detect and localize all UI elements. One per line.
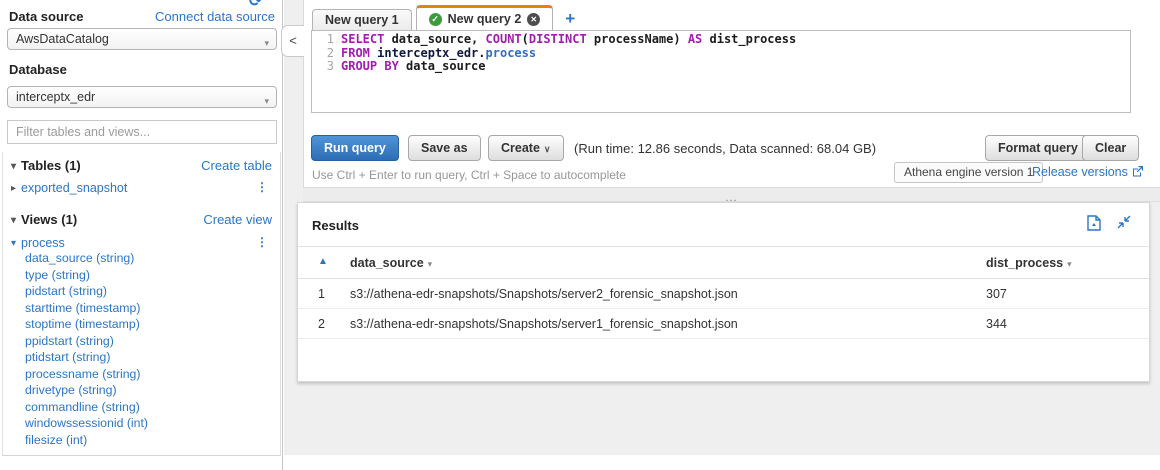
chevron-down-icon: ▾: [264, 33, 269, 53]
new-tab-button[interactable]: +: [565, 7, 575, 30]
sql-editor[interactable]: 1SELECT data_source, COUNT(DISTINCT proc…: [311, 30, 1131, 113]
view-options-icon[interactable]: ⋮: [256, 235, 268, 249]
sort-asc-icon[interactable]: ▲: [318, 256, 328, 267]
caret-right-icon: ▸: [11, 183, 16, 194]
code-line: 2FROM interceptx_edr.process: [312, 47, 1130, 61]
caret-down-icon: ▾: [11, 215, 16, 226]
code-line: 1SELECT data_source, COUNT(DISTINCT proc…: [312, 33, 1130, 47]
save-as-button[interactable]: Save as: [408, 135, 481, 161]
format-query-button[interactable]: Format query: [985, 135, 1091, 161]
column-item[interactable]: ppidstart (string): [25, 334, 114, 351]
tab-new-query-1[interactable]: New query 1: [312, 9, 412, 30]
column-item[interactable]: processname (string): [25, 367, 141, 384]
line-number: 1: [312, 33, 334, 47]
row-number: 2: [318, 317, 325, 331]
run-query-button[interactable]: Run query: [311, 135, 399, 161]
connect-data-source-link[interactable]: Connect data source: [155, 9, 275, 24]
catalog-tree: ▾Tables (1) Create table ▸ exported_snaps…: [2, 152, 281, 456]
line-number: 3: [312, 60, 334, 74]
column-item[interactable]: type (string): [25, 268, 90, 285]
athena-console: ⟳ Data source Connect data source AwsDat…: [0, 0, 1160, 470]
cell-data-source: s3://athena-edr-snapshots/Snapshots/serv…: [350, 287, 738, 301]
column-header-data-source[interactable]: data_source▾: [350, 256, 432, 270]
chevron-down-icon: ∨: [544, 144, 551, 154]
download-results-icon[interactable]: [1087, 215, 1101, 236]
expand-results-icon[interactable]: [1117, 215, 1131, 236]
close-tab-icon[interactable]: ✕: [527, 13, 540, 26]
line-number: 2: [312, 47, 334, 61]
collapse-sidebar-button[interactable]: <: [281, 25, 304, 57]
table-row: 2 s3://athena-edr-snapshots/Snapshots/ser…: [298, 309, 1149, 339]
chevron-down-icon: ▾: [264, 91, 269, 111]
column-item[interactable]: ptidstart (string): [25, 350, 110, 367]
results-table: ▲ data_source▾ dist_process▾ 1 s3://athen…: [298, 247, 1149, 339]
query-editor-panel: New query 1 ✓ New query 2 ✕ + 1SELECT da…: [303, 0, 1160, 188]
clear-button[interactable]: Clear: [1082, 135, 1139, 161]
shortcut-hint: Use Ctrl + Enter to run query, Ctrl + Sp…: [312, 168, 626, 182]
create-button[interactable]: Create∨: [488, 135, 564, 161]
create-view-link[interactable]: Create view: [203, 212, 272, 227]
filter-tables-input[interactable]: [7, 120, 277, 144]
catalog-sidebar: ⟳ Data source Connect data source AwsDat…: [0, 0, 283, 470]
column-item[interactable]: commandline (string): [25, 400, 140, 417]
column-item[interactable]: drivetype (string): [25, 383, 117, 400]
results-title: Results: [312, 218, 359, 233]
table-item: ▸ exported_snapshot ⋮: [3, 180, 280, 198]
database-select[interactable]: interceptx_edr ▾: [7, 86, 277, 108]
sort-caret-icon: ▾: [428, 259, 433, 269]
create-table-link[interactable]: Create table: [201, 158, 272, 173]
column-item[interactable]: windowssessionid (int): [25, 416, 148, 433]
column-item[interactable]: starttime (timestamp): [25, 301, 140, 318]
cell-dist-process: 344: [986, 317, 1007, 331]
external-link-icon: [1132, 165, 1144, 180]
table-row: 1 s3://athena-edr-snapshots/Snapshots/ser…: [298, 279, 1149, 309]
panel-resize-handle[interactable]: ...: [303, 188, 1160, 202]
view-link: process: [21, 236, 65, 250]
cell-data-source: s3://athena-edr-snapshots/Snapshots/serv…: [350, 317, 738, 331]
row-number: 1: [318, 287, 325, 301]
query-success-icon: ✓: [429, 13, 442, 26]
data-source-select[interactable]: AwsDataCatalog ▾: [7, 28, 277, 50]
query-tabbar: New query 1 ✓ New query 2 ✕ +: [312, 5, 575, 30]
run-stats-text: (Run time: 12.86 seconds, Data scanned: …: [574, 141, 876, 156]
release-versions-link[interactable]: Release versions: [1032, 165, 1144, 180]
column-header-dist-process[interactable]: dist_process▾: [986, 256, 1072, 270]
code-line: 3GROUP BY data_source: [312, 60, 1130, 74]
column-item[interactable]: pidstart (string): [25, 284, 107, 301]
column-item[interactable]: stoptime (timestamp): [25, 317, 140, 334]
data-source-label: Data source: [9, 9, 83, 24]
tables-section-header: ▾Tables (1) Create table: [3, 158, 280, 176]
results-panel: Results ▲ data_source▾ dist_process▾ 1 s3…: [297, 202, 1150, 382]
caret-down-icon: ▾: [11, 238, 16, 249]
column-item[interactable]: data_source (string): [25, 251, 134, 268]
cell-dist-process: 307: [986, 287, 1007, 301]
caret-down-icon: ▾: [11, 161, 16, 172]
sort-caret-icon: ▾: [1067, 259, 1072, 269]
database-label: Database: [9, 62, 67, 77]
table-options-icon[interactable]: ⋮: [256, 180, 268, 194]
engine-version-badge[interactable]: Athena engine version 1: [894, 162, 1043, 183]
results-header-row: ▲ data_source▾ dist_process▾: [298, 247, 1149, 279]
column-item[interactable]: filesize (int): [25, 433, 87, 450]
tab-new-query-2[interactable]: ✓ New query 2 ✕: [416, 5, 554, 30]
views-section-header: ▾Views (1) Create view: [3, 212, 280, 230]
table-link: exported_snapshot: [21, 181, 127, 195]
